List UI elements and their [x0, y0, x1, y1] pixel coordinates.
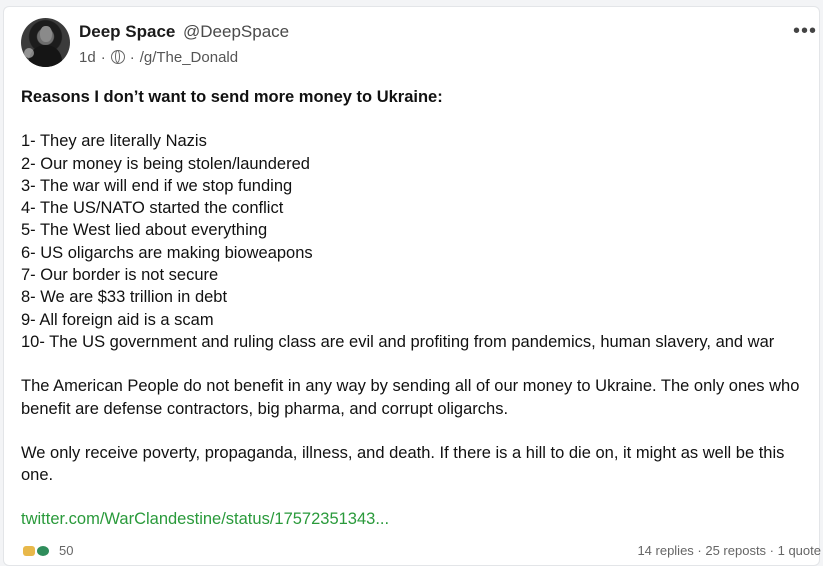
post-stats[interactable]: 14 replies · 25 reposts · 1 quote: [637, 543, 821, 558]
post-paragraph-1: The American People do not benefit in an…: [21, 377, 800, 418]
more-options-icon[interactable]: •••: [793, 20, 817, 43]
reaction-count: 50: [59, 543, 74, 558]
reaction-emoji-icon: [37, 545, 49, 556]
reason-item: 7- Our border is not secure: [21, 266, 219, 285]
reason-item: 1- They are literally Nazis: [21, 132, 207, 151]
reason-item: 6- US oligarchs are making bioweapons: [21, 243, 313, 262]
author-handle[interactable]: @DeepSpace: [183, 22, 289, 42]
reason-item: 5- The West lied about everything: [21, 221, 268, 240]
post-content: Reasons I don’t want to send more money …: [21, 86, 821, 531]
globe-icon: [110, 50, 125, 64]
post-card[interactable]: Deep Space @DeepSpace 1d · · /g/The_Dona…: [3, 6, 821, 566]
post-paragraph-2: We only receive poverty, propaganda, ill…: [21, 443, 785, 485]
post-footer: 50 14 replies · 25 reposts · 1 quote: [21, 539, 821, 558]
author-name[interactable]: Deep Space: [79, 22, 175, 42]
reasons-list: 1- They are literally Nazis 2- Our money…: [21, 130, 821, 353]
avatar-face: [40, 26, 52, 42]
reason-item: 4- The US/NATO started the conflict: [21, 199, 284, 218]
reason-item: 10- The US government and ruling class a…: [21, 332, 775, 351]
meta-separator: ·: [129, 48, 135, 66]
group-link[interactable]: /g/The_Donald: [140, 49, 238, 66]
reason-item: 3- The war will end if we stop funding: [21, 176, 293, 195]
avatar-shine: [24, 48, 34, 58]
avatar-shoulders: [29, 45, 62, 67]
reason-item: 2- Our money is being stolen/laundered: [21, 154, 310, 173]
reason-item: 8- We are $33 trillion in debt: [21, 288, 228, 307]
post-time[interactable]: 1d: [79, 49, 96, 66]
thumbs-up-icon: [23, 545, 35, 556]
avatar[interactable]: [21, 18, 70, 67]
meta-separator: ·: [100, 48, 106, 66]
reason-item: 9- All foreign aid is a scam: [21, 310, 214, 329]
post-meta: 1d · · /g/The_Donald: [79, 47, 238, 67]
post-title: Reasons I don’t want to send more money …: [21, 88, 443, 106]
reactions[interactable]: 50: [23, 543, 73, 558]
post-link[interactable]: twitter.com/WarClandestine/status/175723…: [21, 508, 821, 530]
